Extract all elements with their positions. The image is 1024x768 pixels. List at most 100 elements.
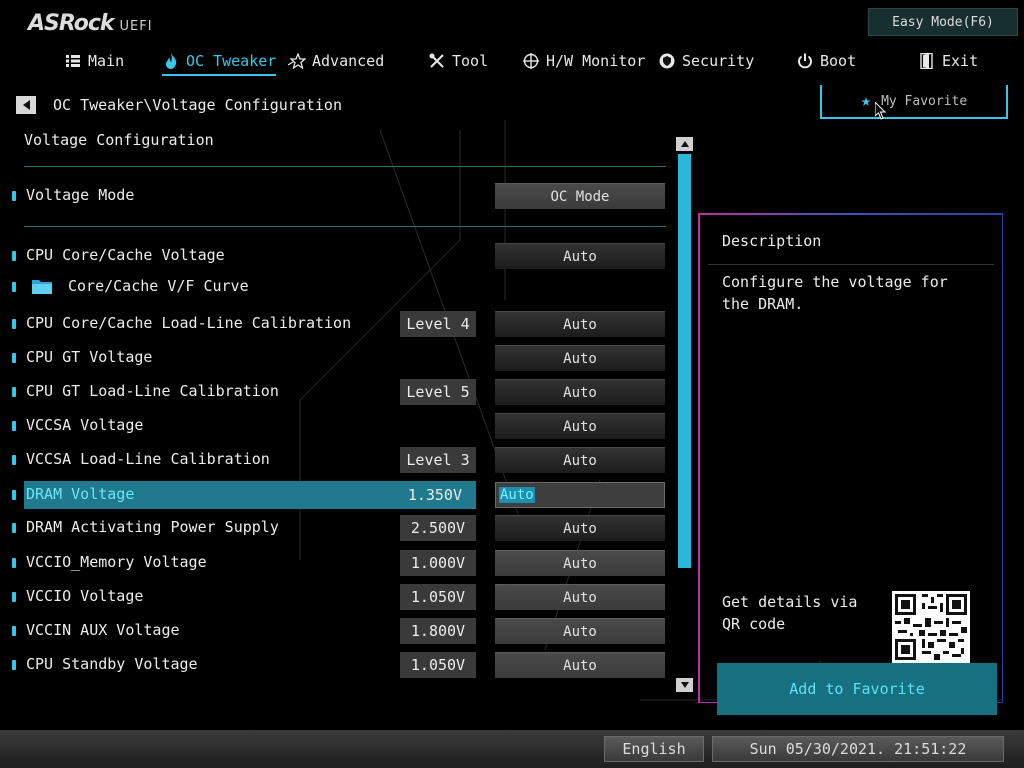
setting-row-vccin-aux-voltage[interactable]: VCCIN AUX Voltage 1.800V Auto bbox=[0, 617, 670, 645]
setting-row-dram-voltage[interactable]: DRAM Voltage 1.350V Auto bbox=[0, 481, 670, 509]
vccsa-llc-select[interactable]: Auto bbox=[495, 447, 665, 473]
add-to-favorite-button[interactable]: Add to Favorite bbox=[717, 663, 997, 715]
cpu-core-cache-voltage-field[interactable]: Auto bbox=[495, 243, 665, 269]
asrock-logo: ASRock UEFI bbox=[28, 10, 153, 36]
bullet-marker bbox=[12, 319, 16, 329]
tab-oc-tweaker[interactable]: OC Tweaker bbox=[162, 46, 277, 76]
bullet-marker bbox=[12, 558, 16, 568]
cpu-llc-select[interactable]: Auto bbox=[495, 311, 665, 337]
setting-label: CPU Standby Voltage bbox=[26, 655, 198, 673]
setting-row-cpu-gt-voltage[interactable]: CPU GT Voltage Auto bbox=[0, 344, 670, 372]
easy-mode-button[interactable]: Easy Mode(F6) bbox=[868, 8, 1018, 36]
tab-hw-monitor[interactable]: H/W Monitor bbox=[522, 46, 645, 76]
current-value: 1.800V bbox=[400, 618, 476, 644]
current-value: Level 5 bbox=[400, 379, 476, 405]
dram-activating-power-select[interactable]: Auto bbox=[495, 515, 665, 541]
tab-exit[interactable]: Exit bbox=[918, 46, 978, 76]
setting-label: DRAM Voltage bbox=[26, 485, 135, 503]
tab-advanced-label: Advanced bbox=[312, 52, 385, 70]
tab-hw-monitor-label: H/W Monitor bbox=[546, 52, 646, 70]
setting-label: Core/Cache V/F Curve bbox=[68, 277, 249, 295]
scrollbar-thumb[interactable] bbox=[678, 154, 691, 568]
description-title: Description bbox=[722, 232, 822, 250]
power-icon bbox=[796, 52, 814, 70]
tab-security[interactable]: Security bbox=[658, 46, 754, 76]
tab-tool-label: Tool bbox=[452, 52, 489, 70]
current-value: 1.050V bbox=[400, 584, 476, 610]
setting-label: VCCSA Load-Line Calibration bbox=[26, 450, 270, 468]
bullet-marker bbox=[12, 592, 16, 602]
bullet-marker bbox=[12, 660, 16, 670]
tab-security-label: Security bbox=[682, 52, 755, 70]
current-value: 1.050V bbox=[400, 652, 476, 678]
logo-uefi-text: UEFI bbox=[119, 19, 153, 34]
setting-row-cpu-llc[interactable]: CPU Core/Cache Load-Line Calibration Lev… bbox=[0, 310, 670, 338]
bullet-marker bbox=[12, 191, 16, 201]
bullet-marker bbox=[12, 421, 16, 431]
back-button[interactable] bbox=[16, 96, 36, 114]
cpu-standby-voltage-field[interactable]: Auto bbox=[495, 652, 665, 678]
bullet-marker bbox=[12, 353, 16, 363]
setting-row-voltage-mode[interactable]: Voltage Mode OC Mode bbox=[0, 182, 670, 210]
my-favorite-label: My Favorite bbox=[881, 93, 968, 109]
cpu-gt-voltage-field[interactable]: Auto bbox=[495, 345, 665, 371]
cpu-gt-llc-select[interactable]: Auto bbox=[495, 379, 665, 405]
setting-row-cpu-core-cache-voltage[interactable]: CPU Core/Cache Voltage Auto bbox=[0, 242, 670, 270]
current-value: Level 4 bbox=[400, 311, 476, 337]
bullet-marker bbox=[12, 523, 16, 533]
voltage-mode-select[interactable]: OC Mode bbox=[495, 183, 665, 209]
breadcrumb: OC Tweaker\Voltage Configuration bbox=[53, 96, 342, 114]
mouse-cursor-icon bbox=[875, 102, 887, 120]
tab-tool[interactable]: Tool bbox=[428, 46, 488, 76]
setting-label: DRAM Activating Power Supply bbox=[26, 518, 279, 536]
bullet-marker bbox=[12, 251, 16, 261]
datetime-display: Sun 05/30/2021. 21:51:22 bbox=[712, 736, 1004, 762]
tab-main[interactable]: Main bbox=[64, 46, 124, 76]
monitor-icon bbox=[522, 52, 540, 70]
tools-icon bbox=[428, 52, 446, 70]
setting-row-cpu-standby-voltage[interactable]: CPU Standby Voltage 1.050V Auto bbox=[0, 651, 670, 679]
tab-main-label: Main bbox=[88, 52, 125, 70]
setting-label: Voltage Mode bbox=[26, 186, 135, 204]
setting-label: CPU Core/Cache Voltage bbox=[26, 246, 225, 264]
tab-oc-tweaker-label: OC Tweaker bbox=[186, 52, 277, 70]
current-value: 1.000V bbox=[400, 550, 476, 576]
setting-row-vf-curve[interactable]: Core/Cache V/F Curve bbox=[0, 273, 670, 301]
setting-row-vccsa-llc[interactable]: VCCSA Load-Line Calibration Level 3 Auto bbox=[0, 446, 670, 474]
list-icon bbox=[64, 52, 82, 70]
vccsa-voltage-field[interactable]: Auto bbox=[495, 413, 665, 439]
vccin-aux-voltage-field[interactable]: Auto bbox=[495, 618, 665, 644]
setting-row-cpu-gt-llc[interactable]: CPU GT Load-Line Calibration Level 5 Aut… bbox=[0, 378, 670, 406]
main-tabs: Main OC Tweaker Advanced Tool H/W Monito… bbox=[0, 46, 1024, 76]
my-favorite-button[interactable]: ★ My Favorite bbox=[820, 85, 1008, 119]
star-icon: ★ bbox=[860, 91, 872, 111]
setting-label: VCCSA Voltage bbox=[26, 416, 144, 434]
scroll-up-arrow[interactable] bbox=[676, 137, 693, 151]
setting-label: CPU GT Voltage bbox=[26, 348, 153, 366]
setting-row-vccio-memory-voltage[interactable]: VCCIO_Memory Voltage 1.000V Auto bbox=[0, 549, 670, 577]
dram-voltage-input[interactable]: Auto bbox=[495, 482, 665, 508]
star-advanced-icon bbox=[288, 52, 306, 70]
language-select[interactable]: English bbox=[604, 736, 704, 762]
setting-label: VCCIO_Memory Voltage bbox=[26, 553, 207, 571]
qr-details-text: Get details via QR code bbox=[722, 593, 858, 633]
setting-row-dram-activating-power[interactable]: DRAM Activating Power Supply 2.500V Auto bbox=[0, 514, 670, 542]
divider bbox=[24, 166, 666, 167]
tab-boot-label: Boot bbox=[820, 52, 857, 70]
qr-code-icon bbox=[892, 591, 970, 663]
scroll-down-arrow[interactable] bbox=[676, 678, 693, 692]
bullet-marker bbox=[12, 387, 16, 397]
setting-label: VCCIN AUX Voltage bbox=[26, 621, 180, 639]
current-value: Level 3 bbox=[400, 447, 476, 473]
section-title: Voltage Configuration bbox=[24, 131, 214, 149]
setting-row-vccsa-voltage[interactable]: VCCSA Voltage Auto bbox=[0, 412, 670, 440]
tab-advanced[interactable]: Advanced bbox=[288, 46, 384, 76]
divider bbox=[24, 226, 666, 227]
tab-boot[interactable]: Boot bbox=[796, 46, 856, 76]
vccio-memory-voltage-field[interactable]: Auto bbox=[495, 550, 665, 576]
setting-label: CPU GT Load-Line Calibration bbox=[26, 382, 279, 400]
folder-icon bbox=[32, 280, 52, 294]
vccio-voltage-field[interactable]: Auto bbox=[495, 584, 665, 610]
shield-icon bbox=[658, 52, 676, 70]
setting-row-vccio-voltage[interactable]: VCCIO Voltage 1.050V Auto bbox=[0, 583, 670, 611]
